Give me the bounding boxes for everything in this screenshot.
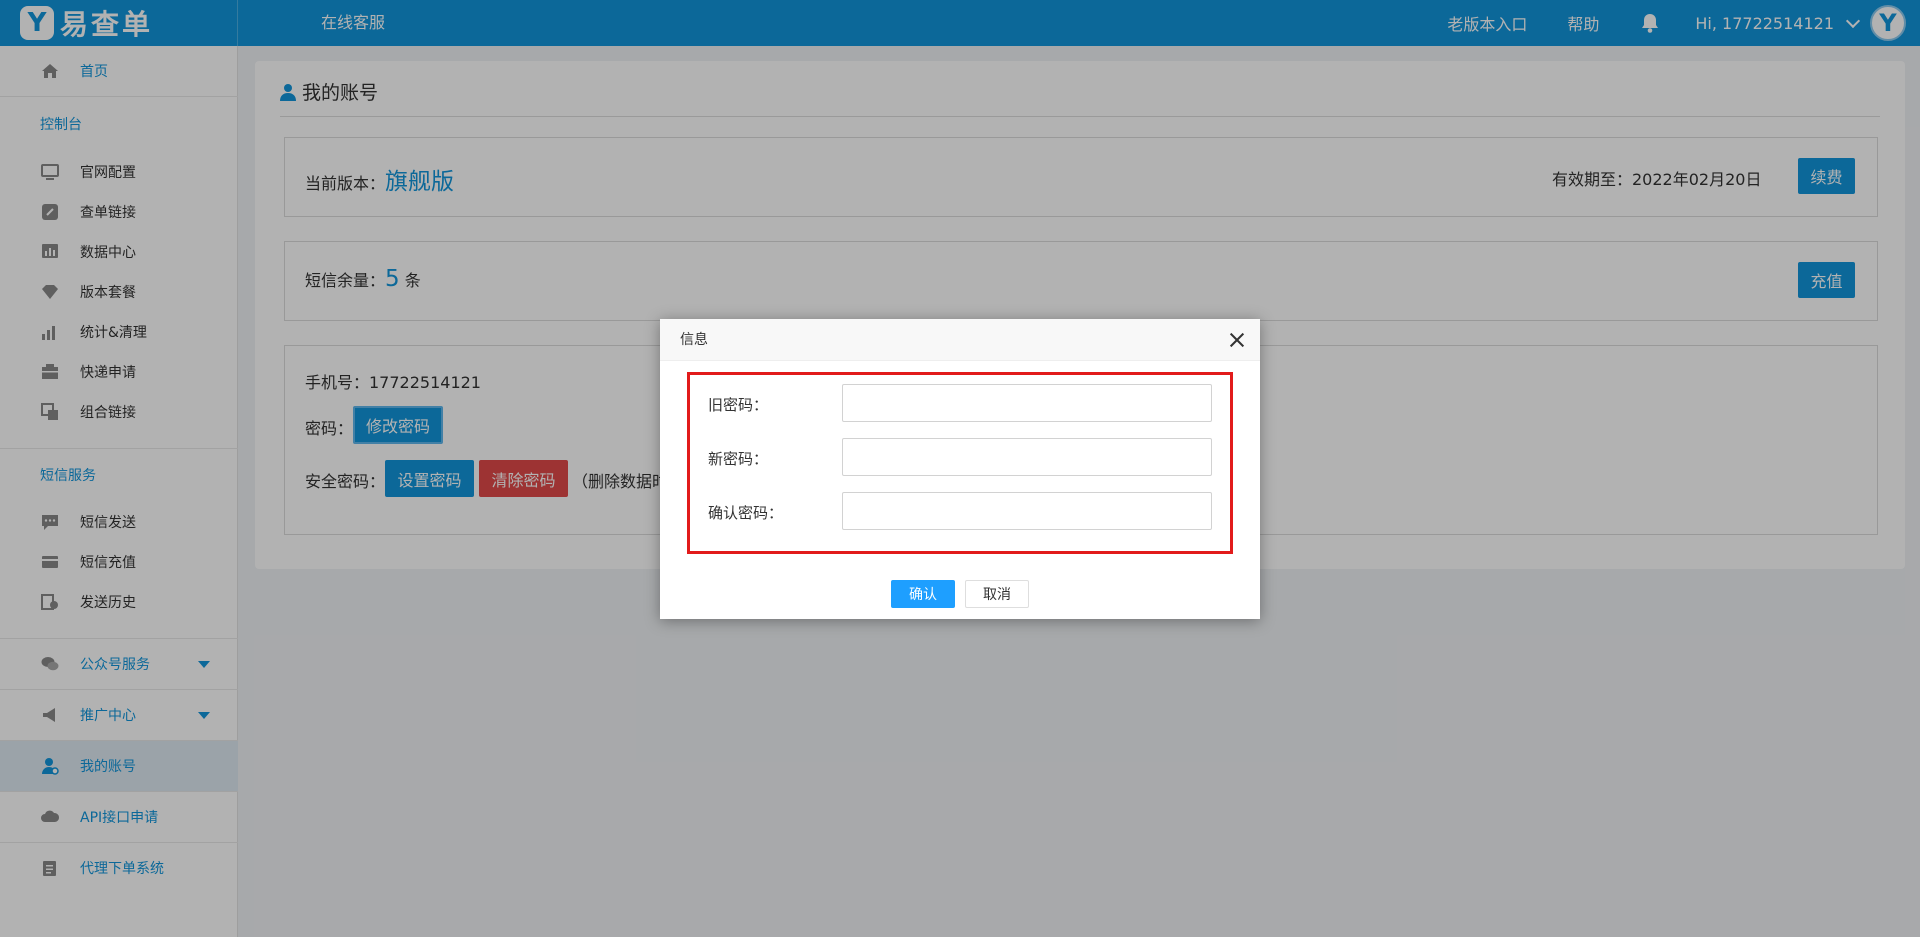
new-password-input[interactable] xyxy=(842,438,1212,476)
dialog-header: 信息 xyxy=(660,319,1260,361)
new-password-label: 新密码： xyxy=(708,450,769,468)
confirm-password-input[interactable] xyxy=(842,492,1212,530)
close-icon[interactable] xyxy=(1228,331,1246,349)
cancel-button[interactable]: 取消 xyxy=(965,580,1029,608)
change-password-dialog: 信息 旧密码： 新密码： 确认密码： 确认 取消 xyxy=(660,319,1260,619)
old-password-label: 旧密码： xyxy=(708,396,769,414)
confirm-password-label: 确认密码： xyxy=(708,504,784,522)
old-password-input[interactable] xyxy=(842,384,1212,422)
confirm-button[interactable]: 确认 xyxy=(891,580,955,608)
dialog-title: 信息 xyxy=(680,332,708,348)
